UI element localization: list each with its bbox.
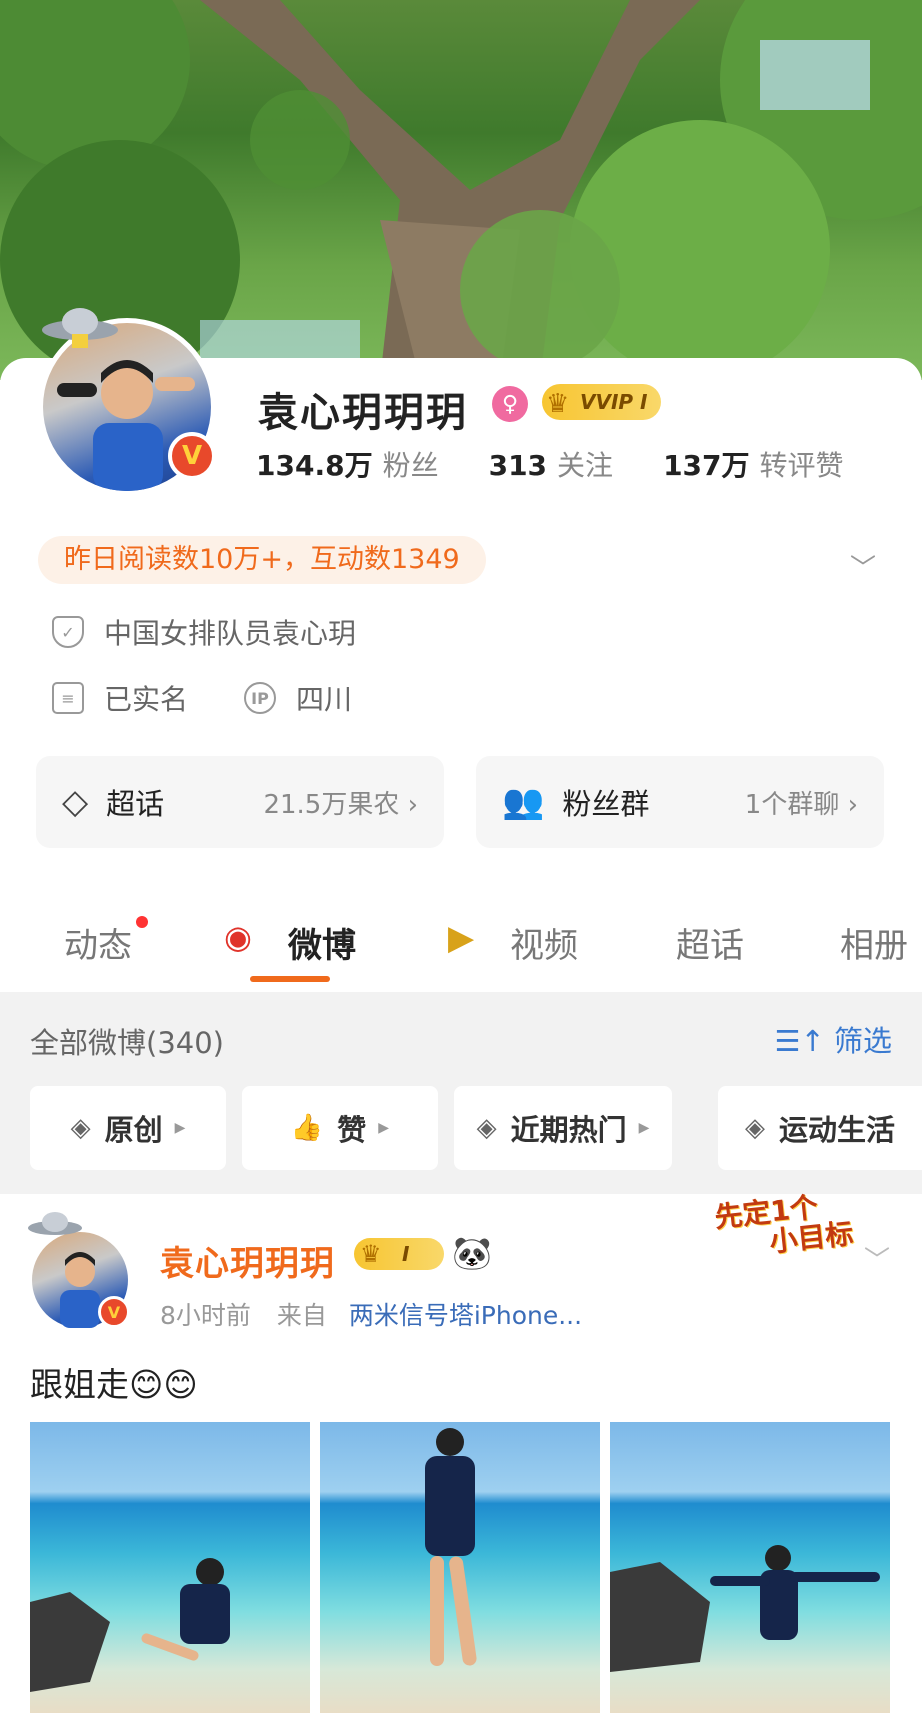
chevron-down-icon[interactable]: ﹀: [864, 1240, 890, 1277]
profile-stats: 134.8万 粉丝 313 关注 137万 转评赞: [256, 444, 844, 484]
video-play-icon: ▶: [448, 918, 475, 958]
post-photo-3[interactable]: [610, 1422, 890, 1713]
profile-tabs: 动态 ◉ 微博 ▶ 视频 超话 相册: [0, 900, 922, 990]
stat-following[interactable]: 313 关注: [489, 444, 613, 484]
filter-button[interactable]: ☰↑ 筛选: [774, 1018, 892, 1060]
chip-sports-life[interactable]: ◈ 运动生活: [718, 1086, 922, 1170]
fan-group-box[interactable]: 👥 粉丝群 1个群聊 ›: [476, 756, 884, 848]
group-icon: 👥: [502, 782, 545, 822]
id-card-icon: ≡: [52, 682, 84, 714]
chevron-down-icon[interactable]: ﹀: [850, 548, 876, 585]
thumbs-up-icon: 👍: [290, 1113, 324, 1143]
crown-icon: ♛: [546, 389, 570, 419]
stat-followers[interactable]: 134.8万 粉丝: [256, 444, 439, 484]
post-author-name[interactable]: 袁心玥玥玥: [160, 1236, 335, 1285]
member-level-badge: ♛ I: [354, 1238, 444, 1270]
panda-icon: 🐼: [452, 1234, 492, 1272]
post-photo-1[interactable]: [30, 1422, 310, 1713]
post-text: 跟姐走😊😊: [30, 1365, 198, 1404]
ufo-decoration-icon: [26, 1208, 84, 1246]
goal-sticker: 先定1个 小目标: [713, 1190, 855, 1259]
tab-video[interactable]: 视频: [510, 918, 578, 967]
post-source-link[interactable]: 两米信号塔iPhone...: [349, 1301, 582, 1330]
tab-album[interactable]: 相册: [840, 918, 908, 967]
chip-original[interactable]: ◈ 原创 ▶: [30, 1086, 226, 1170]
layers-icon: ◈: [70, 1113, 91, 1143]
super-topic-box[interactable]: ◇ 超话 21.5万果农 ›: [36, 756, 444, 848]
tab-dynamic[interactable]: 动态: [64, 918, 132, 967]
profile-name: 袁心玥玥玥: [258, 390, 468, 436]
post-meta: 8小时前 来自 两米信号塔iPhone...: [160, 1301, 583, 1330]
filter-icon: ☰↑: [774, 1024, 834, 1058]
arrow-right-icon: ▶: [174, 1120, 186, 1136]
arrow-right-icon: ▶: [638, 1120, 650, 1136]
realname-row: ≡ 已实名 IP 四川: [52, 678, 352, 718]
ip-location-icon: IP: [244, 682, 277, 714]
verified-badge-icon: V: [98, 1296, 130, 1328]
total-posts-count: 全部微博(340): [30, 1026, 224, 1060]
ufo-decoration-icon: [40, 300, 120, 354]
arrow-right-icon: ▶: [378, 1120, 390, 1136]
female-icon: ♀: [492, 386, 528, 422]
shield-icon: ✓: [52, 616, 84, 648]
verification-row: ✓ 中国女排队员袁心玥: [52, 612, 356, 652]
stat-interactions[interactable]: 137万 转评赞: [663, 444, 843, 484]
weibo-post: V 袁心玥玥玥 ♛ I 🐼 先定1个 小目标 ﹀ 8小时前 来自 两米信号塔iPh…: [0, 1190, 922, 1713]
crown-icon: ♛: [360, 1240, 382, 1268]
layers-icon: ◈: [744, 1113, 765, 1143]
chip-likes[interactable]: 👍 赞 ▶: [242, 1086, 438, 1170]
layers-icon: ◈: [476, 1113, 497, 1143]
tab-super-topic[interactable]: 超话: [676, 918, 744, 967]
chip-recent-hot[interactable]: ◈ 近期热门 ▶: [454, 1086, 672, 1170]
verified-badge-icon: V: [168, 432, 216, 480]
weibo-logo-icon: ◉: [224, 918, 252, 956]
diamond-icon: ◇: [62, 782, 89, 822]
filter-section: 全部微博(340) ☰↑ 筛选 ◈ 原创 ▶ 👍 赞 ▶ ◈ 近期热门 ▶ ◈ 运动生活: [0, 992, 922, 1194]
reading-stats-pill[interactable]: 昨日阅读数10万+，互动数1349: [38, 536, 486, 584]
notification-dot: [136, 916, 148, 928]
active-tab-indicator: [250, 976, 330, 982]
vvip-badge[interactable]: ♛ VVIP I: [542, 384, 662, 420]
post-photo-2[interactable]: [320, 1422, 600, 1713]
tab-weibo[interactable]: 微博: [288, 918, 356, 967]
